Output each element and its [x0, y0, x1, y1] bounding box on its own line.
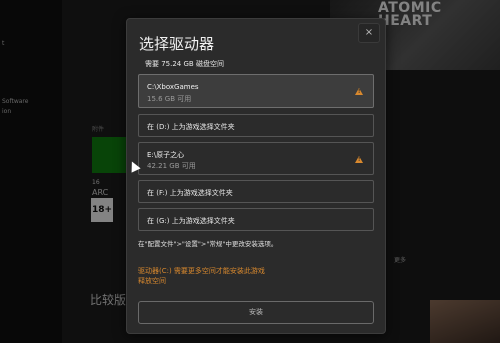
- space-error-message: 驱动器(C:) 需要更多空间才能安装此游戏 释放空间: [138, 266, 265, 286]
- close-button[interactable]: ×: [358, 23, 380, 43]
- required-space-text: 需要 75.24 GB 磁盘空间: [145, 60, 224, 68]
- drive-option-f[interactable]: 在 (F:) 上为游戏选择文件夹: [138, 180, 374, 203]
- settings-hint: 在"配置文件">"设置">"常规"中更改安装选项。: [138, 240, 278, 248]
- drive-name: C:\XboxGames: [147, 83, 199, 91]
- drive-option-c[interactable]: C:\XboxGames 15.6 GB 可用 !: [138, 74, 374, 108]
- drive-option-label: 在 (F:) 上为游戏选择文件夹: [147, 189, 233, 197]
- free-up-space-link[interactable]: 释放空间: [138, 276, 265, 286]
- drive-free-space: 15.6 GB 可用: [147, 95, 192, 103]
- warning-icon: !: [355, 156, 363, 163]
- close-icon: ×: [364, 27, 374, 38]
- warning-icon: !: [355, 88, 363, 95]
- drive-option-d[interactable]: 在 (D:) 上为游戏选择文件夹: [138, 114, 374, 137]
- drive-option-label: 在 (G:) 上为游戏选择文件夹: [147, 217, 235, 225]
- drive-option-e[interactable]: E:\原子之心 42.21 GB 可用 !: [138, 142, 374, 175]
- select-drive-dialog: 选择驱动器 × 需要 75.24 GB 磁盘空间 C:\XboxGames 15…: [126, 18, 386, 334]
- install-button[interactable]: 安装: [138, 301, 374, 324]
- drive-option-label: 在 (D:) 上为游戏选择文件夹: [147, 123, 235, 131]
- drive-name: E:\原子之心: [147, 151, 185, 159]
- drive-option-g[interactable]: 在 (G:) 上为游戏选择文件夹: [138, 208, 374, 231]
- dialog-title: 选择驱动器: [139, 35, 215, 53]
- error-text: 驱动器(C:) 需要更多空间才能安装此游戏: [138, 267, 265, 275]
- drive-free-space: 42.21 GB 可用: [147, 162, 196, 170]
